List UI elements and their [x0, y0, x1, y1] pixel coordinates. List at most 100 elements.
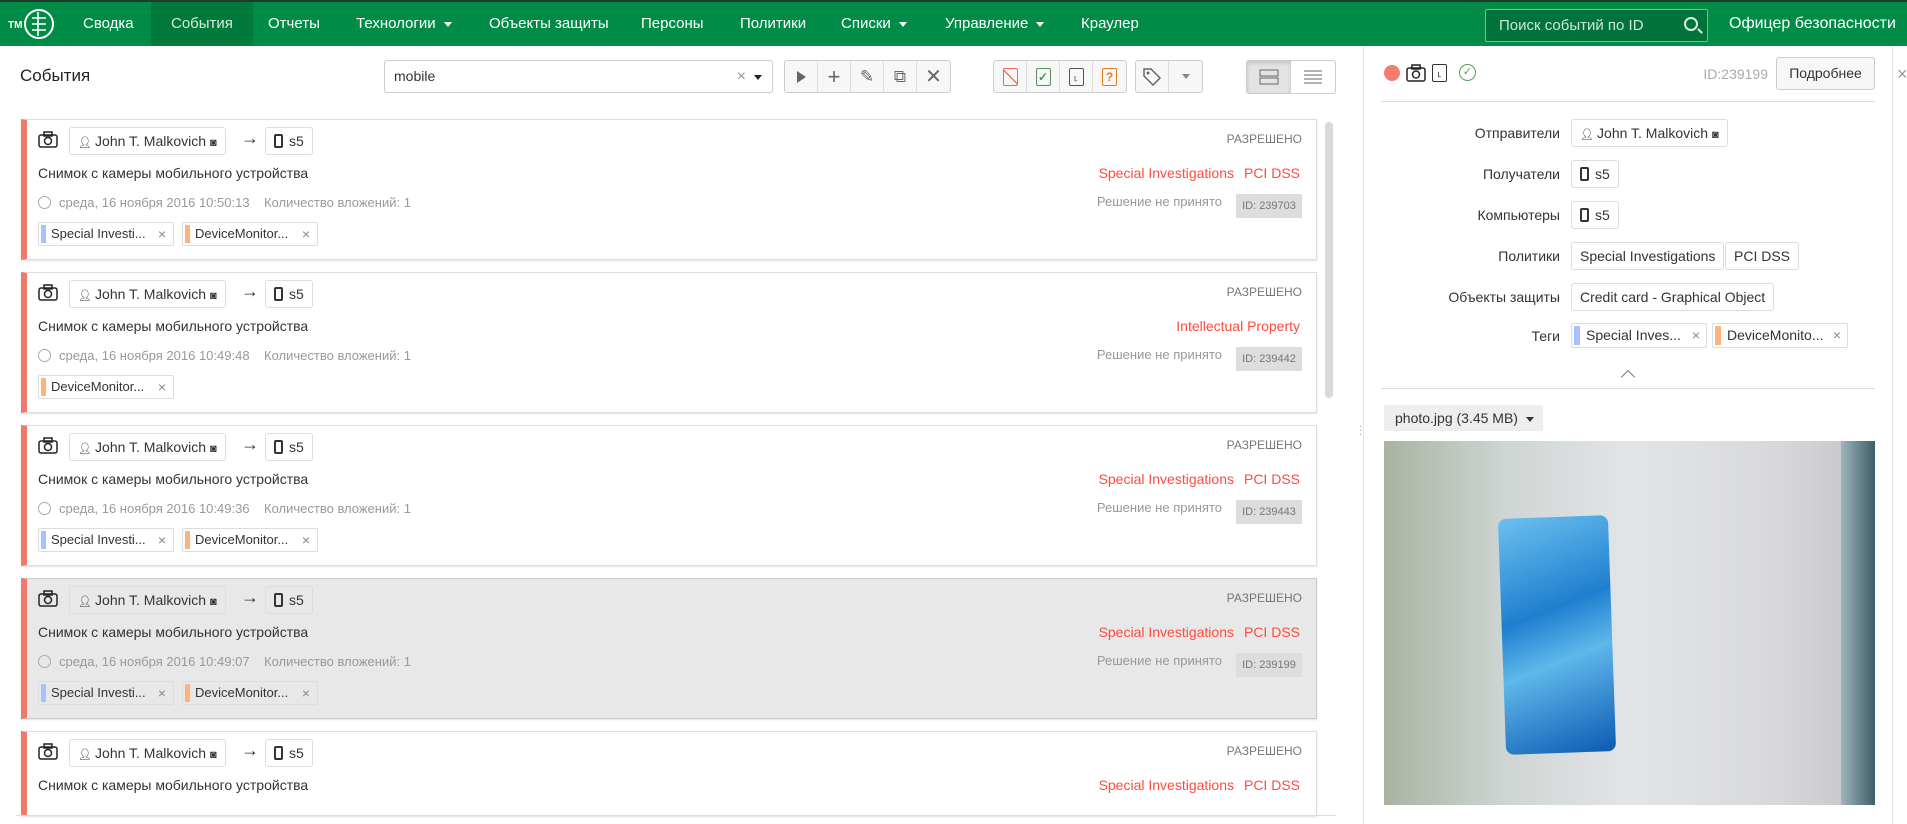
event-meta: среда, 16 ноября 2016 10:49:07 Количеств… — [38, 654, 411, 669]
camera-icon — [38, 131, 58, 148]
nav-crawler[interactable]: Краулер — [1081, 2, 1139, 46]
tag-chip[interactable]: DeviceMonito... × — [1712, 323, 1848, 348]
edit-filter-button[interactable]: ✎ — [851, 61, 884, 92]
recipient-chip[interactable]: s5 — [265, 280, 313, 308]
tag-chip[interactable]: Special Investi... × — [38, 528, 174, 552]
policy-link[interactable]: PCI DSS — [1244, 471, 1300, 487]
approved-filter-button[interactable]: ✓ — [1027, 61, 1060, 92]
policy-link[interactable]: PCI DSS — [1244, 777, 1300, 793]
recipient-chip[interactable]: s5 — [265, 433, 313, 461]
event-id-search-input[interactable]: Поиск событий по ID — [1485, 9, 1708, 42]
event-id: ID:239199 — [1703, 66, 1768, 82]
nav-management[interactable]: Управление — [945, 2, 1045, 46]
status-filters: ✓ ˪ ? — [993, 60, 1127, 93]
camera-icon — [38, 284, 58, 301]
event-date: среда, 16 ноября 2016 10:49:07 — [59, 654, 250, 669]
tag-chip[interactable]: Special Investi... × — [38, 222, 174, 246]
remove-tag-icon[interactable]: × — [1692, 324, 1700, 347]
copy-icon: ⧉ — [893, 66, 907, 86]
tag-color — [185, 225, 190, 243]
nav-policies[interactable]: Политики — [740, 2, 806, 46]
computer-name: s5 — [1595, 207, 1610, 223]
policy-link[interactable]: Special Investigations — [1099, 624, 1234, 640]
run-filter-button[interactable] — [785, 61, 818, 92]
violation-filter-button[interactable] — [994, 61, 1027, 92]
list-scrollbar[interactable] — [1325, 122, 1333, 398]
pending-filter-button[interactable]: ˪ — [1060, 61, 1093, 92]
tag-label: DeviceMonito... — [1727, 327, 1824, 343]
recipient-chip[interactable]: s5 — [1571, 160, 1619, 188]
sender-chip[interactable]: 👤︎ John T. Malkovich ◙ — [69, 280, 226, 308]
tag-chip[interactable]: DeviceMonitor... × — [182, 681, 318, 705]
policy-link[interactable]: Special Investigations — [1099, 777, 1234, 793]
close-panel-icon[interactable]: × — [1897, 64, 1907, 85]
nav-technologies[interactable]: Технологии — [356, 2, 452, 46]
recipient-chip[interactable]: s5 — [265, 127, 313, 155]
protected-object-chip[interactable]: Credit card - Graphical Object — [1571, 283, 1775, 311]
event-meta: среда, 16 ноября 2016 10:49:48 Количеств… — [38, 348, 411, 363]
resize-handle-icon[interactable]: · · · — [1359, 422, 1362, 440]
sender-chip[interactable]: 👤︎ John T. Malkovich ◙ — [69, 739, 226, 767]
tag-chip[interactable]: Special Investi... × — [38, 681, 174, 705]
filter-select[interactable]: mobile × — [384, 60, 773, 93]
remove-tag-icon[interactable]: × — [302, 529, 310, 551]
recipient-chip[interactable]: s5 — [265, 739, 313, 767]
remove-tag-icon[interactable]: × — [302, 223, 310, 245]
nav-technologies-label: Технологии — [356, 15, 436, 32]
remove-tag-icon[interactable]: × — [302, 682, 310, 704]
nav-lists[interactable]: Списки — [841, 2, 907, 46]
delete-filter-button[interactable]: ✕ — [917, 61, 950, 92]
remove-tag-icon[interactable]: × — [158, 682, 166, 704]
remove-tag-icon[interactable]: × — [1833, 324, 1841, 347]
tag-chip[interactable]: DeviceMonitor... × — [182, 222, 318, 246]
copy-filter-button[interactable]: ⧉ — [884, 61, 917, 92]
policy-link[interactable]: PCI DSS — [1244, 165, 1300, 181]
clear-icon[interactable]: × — [737, 61, 746, 92]
remove-tag-icon[interactable]: × — [158, 529, 166, 551]
search-icon[interactable] — [1684, 17, 1698, 31]
nav-events[interactable]: События — [151, 2, 253, 46]
event-card[interactable]: 👤︎ John T. Malkovich ◙ → s5 Снимок с кам… — [21, 731, 1317, 816]
event-card[interactable]: 👤︎ John T. Malkovich ◙ → s5 Снимок с кам… — [21, 272, 1317, 413]
details-button[interactable]: Подробнее — [1776, 57, 1875, 90]
sender-chip[interactable]: 👤︎ John T. Malkovich ◙ — [69, 586, 226, 614]
tag-chip[interactable]: DeviceMonitor... × — [38, 375, 174, 399]
policy-link[interactable]: Special Investigations — [1099, 471, 1234, 487]
computer-chip[interactable]: s5 — [1571, 201, 1619, 229]
add-filter-button[interactable]: + — [818, 61, 851, 92]
photo-edge — [1841, 441, 1875, 805]
policy-link[interactable]: Intellectual Property — [1176, 318, 1300, 334]
attachment-count: Количество вложений: 1 — [264, 195, 411, 210]
event-card[interactable]: 👤︎ John T. Malkovich ◙ → s5 Снимок с кам… — [21, 425, 1317, 566]
policy-chip[interactable]: Special Investigations — [1571, 242, 1725, 270]
remove-tag-icon[interactable]: × — [158, 223, 166, 245]
nav-reports[interactable]: Отчеты — [268, 2, 320, 46]
tag-chip[interactable]: DeviceMonitor... × — [182, 528, 318, 552]
sender-chip[interactable]: 👤︎ John T. Malkovich ◙ — [69, 433, 226, 461]
cards-view-button[interactable] — [1247, 61, 1291, 93]
policy-link[interactable]: PCI DSS — [1244, 624, 1300, 640]
event-card[interactable]: 👤︎ John T. Malkovich ◙ → s5 Снимок с кам… — [21, 119, 1317, 260]
logo-icon[interactable]: TM — [8, 7, 54, 41]
policy-chip[interactable]: PCI DSS — [1725, 242, 1800, 270]
unknown-filter-button[interactable]: ? — [1093, 61, 1126, 92]
nav-summary[interactable]: Сводка — [83, 2, 134, 46]
dropdown-caret-icon[interactable] — [754, 75, 762, 80]
tag-dropdown-button[interactable] — [1169, 61, 1202, 92]
recipient-chip[interactable]: s5 — [265, 586, 313, 614]
protected-objects-label: Объекты защиты — [1448, 289, 1560, 305]
nav-persons[interactable]: Персоны — [641, 2, 704, 46]
user-name: Офицер безопасности — [1729, 15, 1896, 32]
remove-tag-icon[interactable]: × — [158, 376, 166, 398]
tag-chip[interactable]: Special Inves... × — [1571, 323, 1707, 348]
camera-icon: ◙ — [209, 137, 217, 149]
event-card[interactable]: 👤︎ John T. Malkovich ◙ → s5 Снимок с кам… — [21, 578, 1317, 719]
nav-protected-objects[interactable]: Объекты защиты — [489, 2, 609, 46]
sender-chip[interactable]: 👤︎ John T. Malkovich ◙ — [69, 127, 226, 155]
list-view-button[interactable] — [1291, 61, 1335, 93]
caret-down-icon — [443, 21, 452, 27]
attachment-select[interactable]: photo.jpg (3.45 MB) — [1384, 405, 1543, 431]
policy-link[interactable]: Special Investigations — [1099, 165, 1234, 181]
tag-button[interactable] — [1136, 61, 1169, 92]
sender-chip[interactable]: 👤︎ John T. Malkovich ◙ — [1571, 119, 1728, 147]
